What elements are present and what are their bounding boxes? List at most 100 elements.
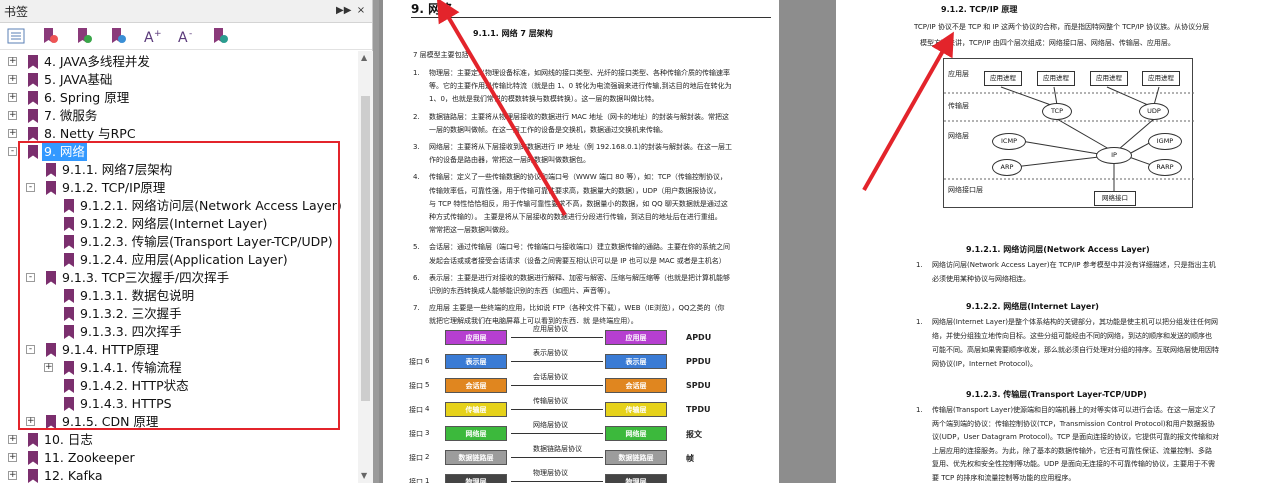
- app-process-box: 应用进程: [984, 71, 1022, 86]
- bookmark-item[interactable]: +7. 微服务: [0, 107, 358, 125]
- interface-label: 接口: [409, 454, 423, 462]
- list-number: 1.: [413, 69, 420, 77]
- section-heading: 9.1.1. 网络 7 层架构: [473, 29, 553, 38]
- protocol-arrow: [511, 457, 603, 458]
- layer-box-left: 数据链路层: [445, 450, 507, 465]
- bookmark-item[interactable]: +4. JAVA多线程并发: [0, 53, 358, 71]
- expand-icon[interactable]: +: [8, 435, 17, 444]
- font-decrease-icon[interactable]: A-: [176, 26, 196, 46]
- arp-node: ARP: [992, 159, 1022, 176]
- layer-box-left: 网络层: [445, 426, 507, 441]
- bookmark-settings-icon[interactable]: [210, 26, 230, 46]
- expand-icon[interactable]: +: [8, 111, 17, 120]
- bookmarks-toolbar: A + A-: [0, 23, 372, 50]
- app-process-box: 应用进程: [1037, 71, 1075, 86]
- pdu-label: TPDU: [686, 405, 711, 414]
- delete-bookmark-icon[interactable]: [40, 26, 60, 46]
- layer-box-right: 应用层: [605, 330, 667, 345]
- expand-icon[interactable]: +: [8, 129, 17, 138]
- list-item-text: 发起会话或或者接受会话请求（设备之间需要互相认识可以是 IP 也可以是 MAC …: [429, 256, 726, 265]
- bookmark-item[interactable]: +12. Kafka: [0, 467, 358, 483]
- bookmarks-panel: 书签 ▶▶ × A + A- +4. JAVA多线程并发 +5. JAVA基础 +6.…: [0, 0, 373, 483]
- layer-number: 4: [425, 405, 430, 413]
- add-child-bookmark-icon[interactable]: [108, 26, 128, 46]
- expand-icon[interactable]: +: [8, 471, 17, 480]
- protocol-label: 会话层协议: [533, 373, 568, 381]
- bookmark-icon: [28, 109, 38, 123]
- bookmarks-header: 书签 ▶▶ ×: [0, 0, 372, 23]
- expand-icon[interactable]: +: [8, 453, 17, 462]
- collapse-panel-button[interactable]: ▶▶: [336, 4, 351, 18]
- pdu-label: APDU: [686, 333, 712, 342]
- bookmark-label[interactable]: 6. Spring 原理: [42, 89, 131, 107]
- bookmark-item[interactable]: +11. Zookeeper: [0, 449, 358, 467]
- layer-box-left: 应用层: [445, 330, 507, 345]
- pdf-page-2: 9.1.2. TCP/IP 原理 TCP/IP 协议不是 TCP 和 IP 这两…: [836, 0, 1285, 483]
- list-item-text: 必须使用某种协议与网络相连。: [932, 275, 1030, 283]
- bookmark-item[interactable]: +6. Spring 原理: [0, 89, 358, 107]
- highlight-annotation-box: [18, 141, 340, 430]
- list-item-text: 常常把这一层数据叫做段。: [429, 226, 513, 235]
- bookmark-icon: [28, 91, 38, 105]
- list-item-text: 网络访问层(Network Access Layer)在 TCP/IP 参考模型…: [932, 261, 1216, 269]
- bookmark-label[interactable]: 10. 日志: [42, 431, 95, 449]
- list-number: 6.: [413, 273, 420, 282]
- svg-text:A: A: [178, 30, 188, 44]
- list-number: 7.: [413, 304, 420, 313]
- bookmark-label[interactable]: 11. Zookeeper: [42, 449, 137, 467]
- add-bookmark-icon[interactable]: [74, 26, 94, 46]
- list-number: 1.: [916, 406, 923, 414]
- bookmark-icon: [28, 469, 38, 483]
- bookmarks-title: 书签: [4, 4, 29, 19]
- bookmark-options-icon[interactable]: [6, 26, 26, 46]
- layer-box-right: 数据链路层: [605, 450, 667, 465]
- svg-text:A: A: [144, 30, 154, 44]
- list-number: 1.: [916, 318, 923, 326]
- expand-icon[interactable]: +: [8, 93, 17, 102]
- protocol-arrow: [511, 385, 603, 386]
- layer-box-left: 会话层: [445, 378, 507, 393]
- layer-box-right: 表示层: [605, 354, 667, 369]
- bookmark-icon: [28, 451, 38, 465]
- protocol-arrow: [511, 361, 603, 362]
- icmp-node: ICMP: [992, 133, 1026, 150]
- protocol-arrow: [511, 409, 603, 410]
- bookmark-label[interactable]: 5. JAVA基础: [42, 71, 114, 89]
- app-process-box: 应用进程: [1142, 71, 1180, 86]
- pdf-page-1: 9. 网络 9.1.1. 网络 7 层架构 7 层模型主要包括： 1. 物理层：主…: [383, 0, 779, 483]
- subsection-heading: 9.1.2.1. 网络访问层(Network Access Layer): [966, 245, 1150, 254]
- layer-number: 6: [425, 357, 430, 365]
- layer-number: 1: [425, 477, 430, 483]
- protocol-label: 物理层协议: [533, 469, 568, 477]
- tree-scrollbar-thumb[interactable]: [361, 96, 370, 401]
- layer-box-left: 传输层: [445, 402, 507, 417]
- layer-box-right: 会话层: [605, 378, 667, 393]
- protocol-label: 表示层协议: [533, 349, 568, 357]
- layer-box-left: 物理层: [445, 474, 507, 483]
- bookmark-item[interactable]: +10. 日志: [0, 431, 358, 449]
- svg-text:-: -: [189, 29, 192, 39]
- expand-icon[interactable]: +: [8, 75, 17, 84]
- svg-text:+: +: [154, 29, 161, 39]
- collapse-icon[interactable]: -: [8, 147, 17, 156]
- transport-layer-label: 传输层: [948, 102, 969, 110]
- page-heading: 9. 网络: [411, 2, 453, 16]
- bookmark-item[interactable]: +5. JAVA基础: [0, 71, 358, 89]
- layer-number: 5: [425, 381, 430, 389]
- bookmark-label[interactable]: 7. 微服务: [42, 107, 99, 125]
- scroll-down-icon[interactable]: ▼: [361, 471, 367, 480]
- scroll-up-icon[interactable]: ▲: [361, 53, 367, 62]
- bookmark-icon: [28, 73, 38, 87]
- ip-node: IP: [1096, 147, 1132, 164]
- expand-icon[interactable]: +: [8, 57, 17, 66]
- layer-box-left: 表示层: [445, 354, 507, 369]
- bookmark-label[interactable]: 4. JAVA多线程并发: [42, 53, 152, 71]
- bookmark-label[interactable]: 12. Kafka: [42, 467, 105, 483]
- font-increase-icon[interactable]: A +: [142, 26, 162, 46]
- igmp-node: IGMP: [1148, 133, 1182, 150]
- tree-scrollbar[interactable]: ▲ ▼: [358, 51, 373, 483]
- pdu-label: SPDU: [686, 381, 711, 390]
- close-panel-button[interactable]: ×: [354, 4, 368, 18]
- splitter[interactable]: [373, 0, 379, 483]
- list-number: 5.: [413, 243, 420, 252]
